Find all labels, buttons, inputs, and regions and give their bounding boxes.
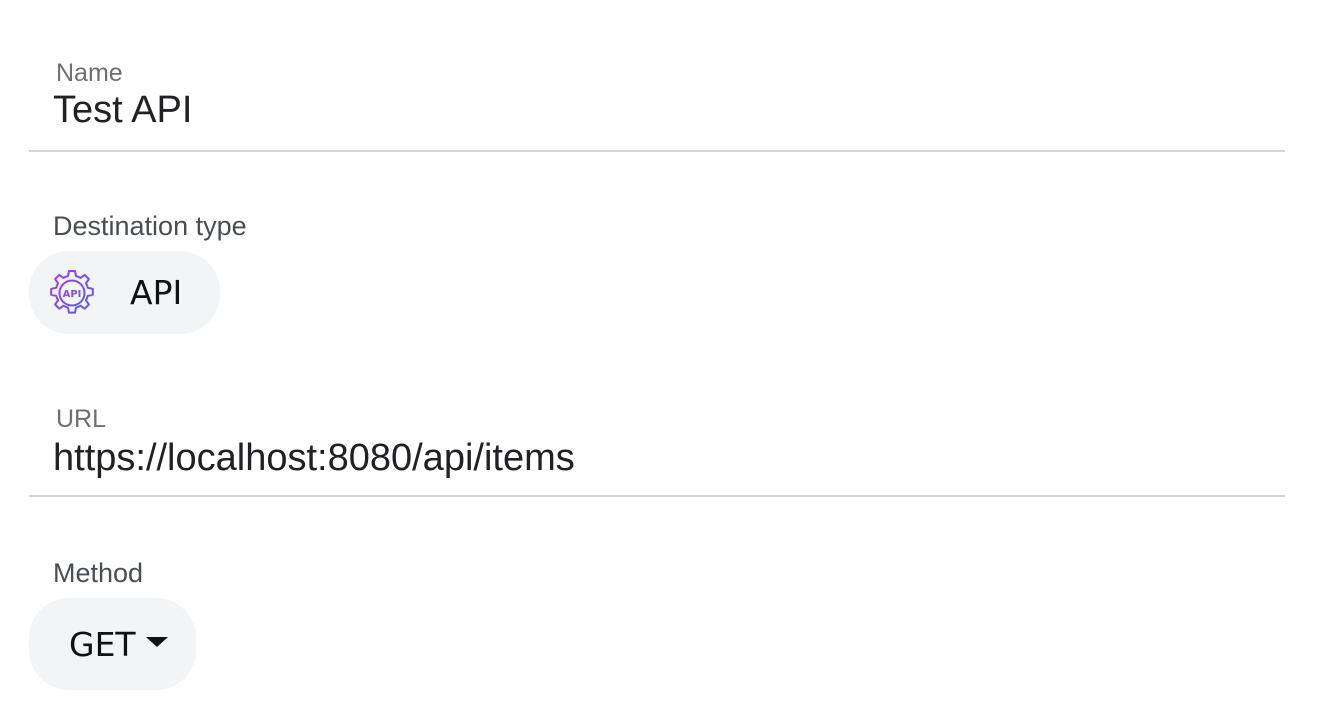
- method-select-value: GET: [69, 624, 136, 664]
- name-field[interactable]: Name Test API: [29, 0, 1285, 153]
- api-gear-icon: API: [50, 269, 94, 314]
- destination-type-label: Destination type: [53, 211, 247, 241]
- destination-type-value: API: [130, 273, 183, 312]
- method-label: Method: [53, 558, 144, 588]
- destination-type-chip[interactable]: API API: [29, 251, 220, 334]
- name-field-underline: [29, 150, 1285, 152]
- name-field-label: Name: [56, 59, 123, 87]
- api-icon-text: API: [63, 289, 82, 300]
- url-field-underline: [29, 495, 1285, 497]
- url-field-label: URL: [56, 405, 107, 433]
- method-select[interactable]: GET: [29, 598, 196, 690]
- caret-down-icon: [145, 637, 168, 647]
- name-field-value[interactable]: Test API: [53, 91, 192, 129]
- url-field-value[interactable]: https://localhost:8080/api/items: [53, 439, 575, 477]
- url-field[interactable]: URL https://localhost:8080/api/items: [29, 380, 1285, 500]
